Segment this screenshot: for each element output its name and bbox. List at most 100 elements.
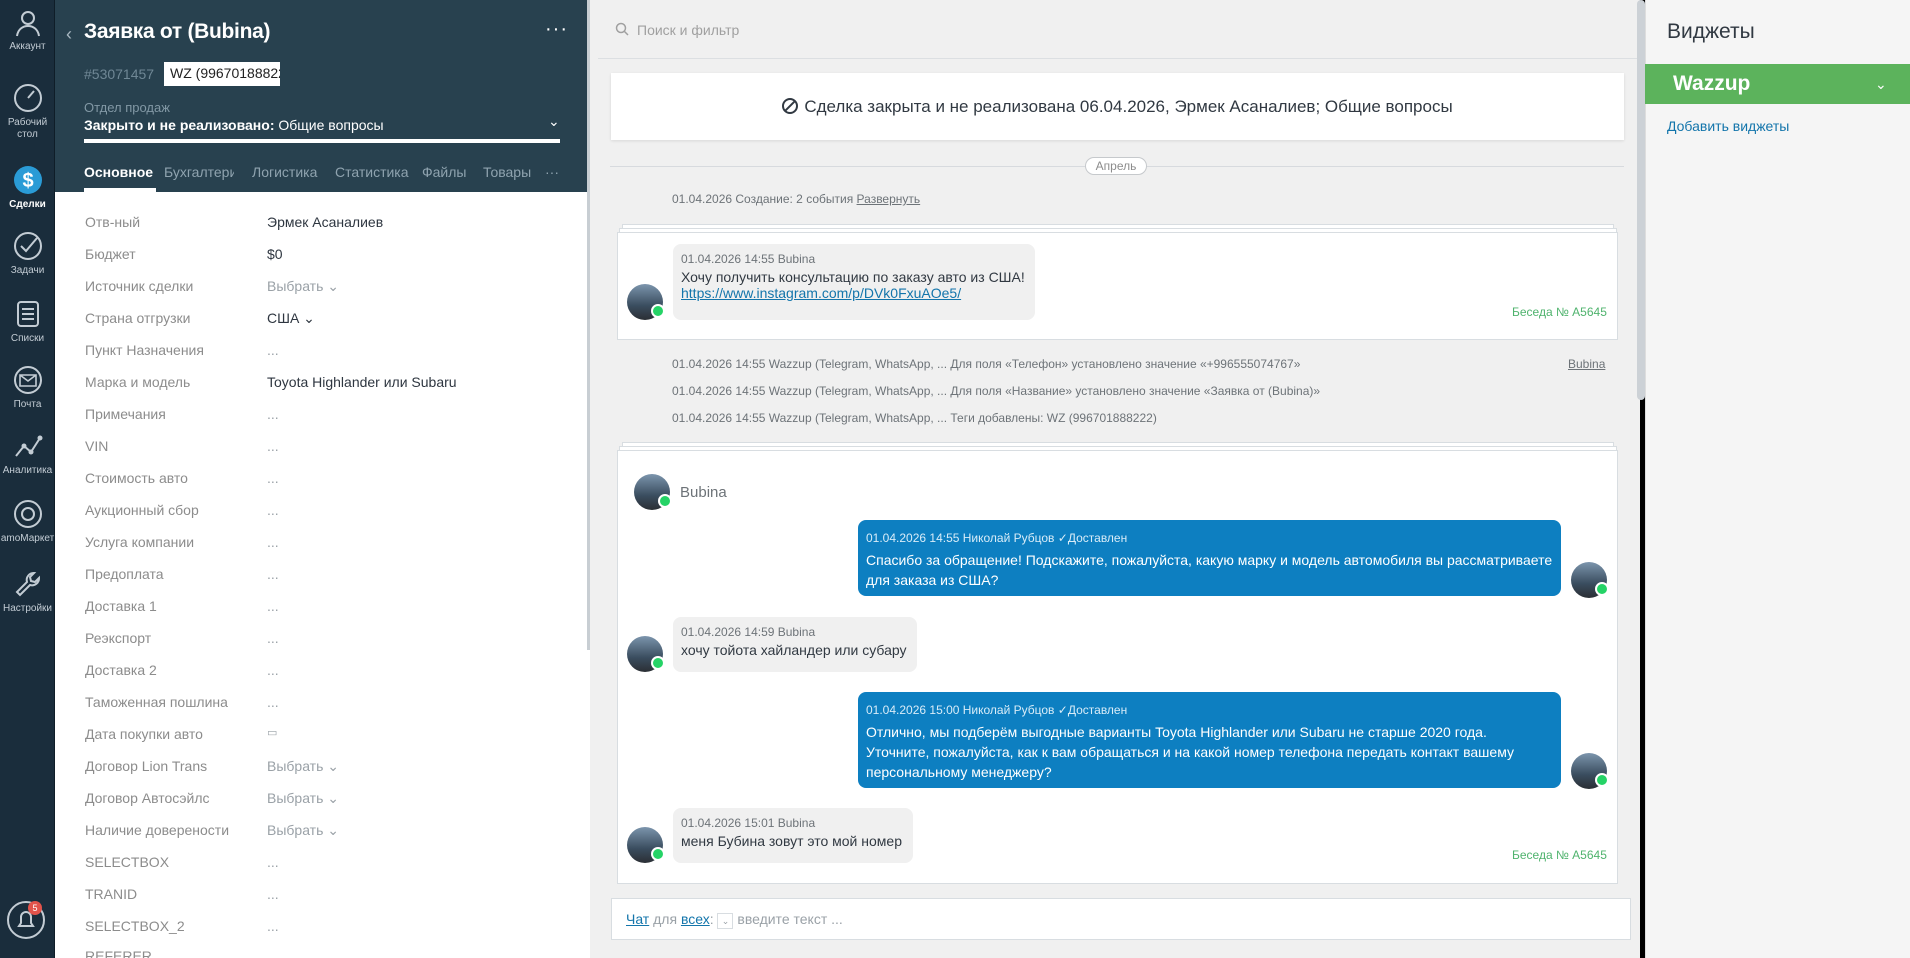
field-value[interactable]: Эрмек Асаналиев — [267, 214, 383, 230]
nav-deals[interactable]: $ Сделки — [0, 160, 55, 211]
chat-recipient-link[interactable]: всех — [681, 911, 710, 927]
message-link[interactable]: https://www.instagram.com/p/DVk0FxuAOe5/ — [681, 285, 1027, 301]
chevron-down-icon[interactable]: ⌄ — [717, 913, 734, 929]
status-select[interactable]: Закрыто и не реализовано: Общие вопросы — [84, 117, 384, 133]
field-value[interactable]: ... — [267, 598, 279, 614]
field-source[interactable]: Источник сделки Выбрать ⌄ — [85, 278, 565, 298]
event-author[interactable]: Bubina — [1568, 357, 1605, 371]
conversation-number[interactable]: Беседа № A5645 — [1512, 848, 1607, 862]
field-value[interactable]: Выбрать ⌄ — [267, 758, 339, 775]
message-in: 01.04.2026 14:59 Bubina хочу тойота хайл… — [673, 617, 917, 672]
field-company-service[interactable]: Услуга компании... — [85, 534, 565, 554]
field-power-of-attorney[interactable]: Наличие доверености Выбрать ⌄ — [85, 822, 565, 842]
field-vin[interactable]: VIN... — [85, 438, 565, 458]
field-value[interactable]: Выбрать ⌄ — [267, 822, 339, 839]
field-car-price[interactable]: Стоимость авто... — [85, 470, 565, 490]
field-value[interactable]: ... — [267, 566, 279, 582]
conversation-number[interactable]: Беседа № A5645 — [1512, 305, 1607, 319]
event-author-link[interactable]: Bubina — [1568, 357, 1605, 371]
tab-products[interactable]: Товары — [483, 164, 531, 180]
field-value[interactable]: ... — [267, 342, 279, 358]
contact-name[interactable]: Bubina — [680, 484, 727, 501]
field-country[interactable]: Страна отгрузки США ⌄ — [85, 310, 565, 330]
nav-analytics[interactable]: Аналитика — [0, 430, 55, 477]
tab-main[interactable]: Основное — [84, 164, 153, 180]
widgets-panel — [1645, 0, 1910, 958]
field-value[interactable]: ... — [267, 662, 279, 678]
field-lion-trans-contract[interactable]: Договор Lion Trans Выбрать ⌄ — [85, 758, 565, 778]
feed-scrollbar[interactable] — [1637, 0, 1645, 400]
field-purchase-date[interactable]: Дата покупки авто ▭ — [85, 726, 565, 746]
field-value[interactable]: США ⌄ — [267, 310, 315, 327]
nav-settings[interactable]: Настройки — [0, 568, 55, 615]
card-tag[interactable]: WZ (996701888222) — [164, 62, 280, 86]
nav-account[interactable]: Аккаунт — [0, 8, 55, 53]
field-label: Марка и модель — [85, 374, 191, 390]
tab-accounting[interactable]: Бухгалтерия — [164, 164, 234, 180]
chevron-down-icon[interactable]: ⌄ — [548, 113, 560, 130]
whatsapp-icon — [1595, 773, 1609, 787]
field-value[interactable]: ... — [267, 406, 279, 422]
app-window: Аккаунт Рабочий стол $ Сделки Задачи Спи… — [0, 0, 1910, 958]
field-value[interactable]: Выбрать ⌄ — [267, 278, 339, 295]
field-value[interactable]: ... — [267, 886, 279, 902]
ban-icon — [782, 98, 799, 114]
field-auction-fee[interactable]: Аукционный сбор... — [85, 502, 565, 522]
wazzup-widget[interactable]: Wazzup — [1645, 64, 1910, 104]
message-meta: 01.04.2026 14:55 Николай Рубцов ✓Доставл… — [866, 528, 1553, 548]
field-make-model[interactable]: Марка и модель Toyota Highlander или Suba… — [85, 374, 565, 394]
deal-closed-banner: Сделка закрыта и не реализована 06.04.20… — [611, 73, 1624, 140]
field-notes[interactable]: Примечания... — [85, 406, 565, 426]
field-value[interactable]: ... — [267, 918, 279, 934]
field-prepayment[interactable]: Предоплата... — [85, 566, 565, 586]
chat-input[interactable]: Чат для всех: ⌄ введите текст ... — [611, 898, 1631, 940]
field-selectbox-2[interactable]: SELECTBOX_2... — [85, 918, 565, 938]
chevron-down-icon[interactable]: ⌄ — [1875, 76, 1887, 93]
field-autosales-contract[interactable]: Договор Автосэйлс Выбрать ⌄ — [85, 790, 565, 810]
field-value[interactable]: ... — [267, 694, 279, 710]
field-value[interactable]: ... — [267, 854, 279, 870]
nav-market[interactable]: amoМаркет — [0, 498, 55, 545]
card-menu-button[interactable]: ··· — [545, 18, 568, 41]
nav-lists[interactable]: Списки — [0, 298, 55, 345]
field-value[interactable]: Toyota Highlander или Subaru — [267, 374, 457, 390]
field-value[interactable]: ... — [267, 470, 279, 486]
field-value[interactable]: Выбрать ⌄ — [267, 790, 339, 807]
nav-mail[interactable]: Почта — [0, 364, 55, 411]
nav-tasks[interactable]: Задачи — [0, 230, 55, 277]
field-delivery-2[interactable]: Доставка 2... — [85, 662, 565, 682]
search-input[interactable]: Поиск и фильтр — [637, 22, 739, 38]
field-responsible[interactable]: Отв-ный Эрмек Асаналиев — [85, 214, 565, 234]
field-value[interactable]: $0 — [267, 246, 283, 262]
message-text: Хочу получить консультацию по заказу авт… — [681, 269, 1025, 285]
field-referer[interactable]: REFERER — [85, 948, 565, 958]
tab-statistics[interactable]: Статистика — [335, 164, 409, 180]
field-destination[interactable]: Пункт Назначения... — [85, 342, 565, 362]
event-phone: 01.04.2026 14:55 Wazzup (Telegram, Whats… — [672, 357, 1301, 371]
whatsapp-icon — [651, 304, 665, 318]
field-value[interactable]: ... — [267, 534, 279, 550]
field-tranid[interactable]: TRANID... — [85, 886, 565, 906]
tab-files[interactable]: Файлы — [422, 164, 466, 180]
field-label: Примечания — [85, 406, 166, 422]
card-title[interactable]: Заявка от (Bubina) — [84, 20, 271, 44]
field-selectbox[interactable]: SELECTBOX... — [85, 854, 565, 874]
field-customs-duty[interactable]: Таможенная пошлина... — [85, 694, 565, 714]
calendar-icon[interactable]: ▭ — [267, 726, 277, 739]
nav-deals-label: Сделки — [9, 199, 46, 210]
delivery-status: Доставлен — [1067, 703, 1128, 717]
tab-logistics[interactable]: Логистика — [252, 164, 317, 180]
add-widgets-link[interactable]: Добавить виджеты — [1667, 118, 1789, 134]
field-value[interactable]: ... — [267, 630, 279, 646]
field-budget[interactable]: Бюджет $0 — [85, 246, 565, 266]
tabs-more-button[interactable]: ··· — [545, 164, 559, 180]
expand-link[interactable]: Развернуть — [857, 192, 921, 206]
field-reexport[interactable]: Реэкспорт... — [85, 630, 565, 650]
back-arrow-icon[interactable]: ‹ — [66, 24, 72, 45]
chat-mode-link[interactable]: Чат — [626, 911, 649, 927]
nav-dashboard[interactable]: Рабочий стол — [0, 82, 55, 141]
field-value[interactable]: ... — [267, 502, 279, 518]
whatsapp-icon — [1595, 582, 1609, 596]
field-delivery-1[interactable]: Доставка 1... — [85, 598, 565, 618]
field-value[interactable]: ... — [267, 438, 279, 454]
